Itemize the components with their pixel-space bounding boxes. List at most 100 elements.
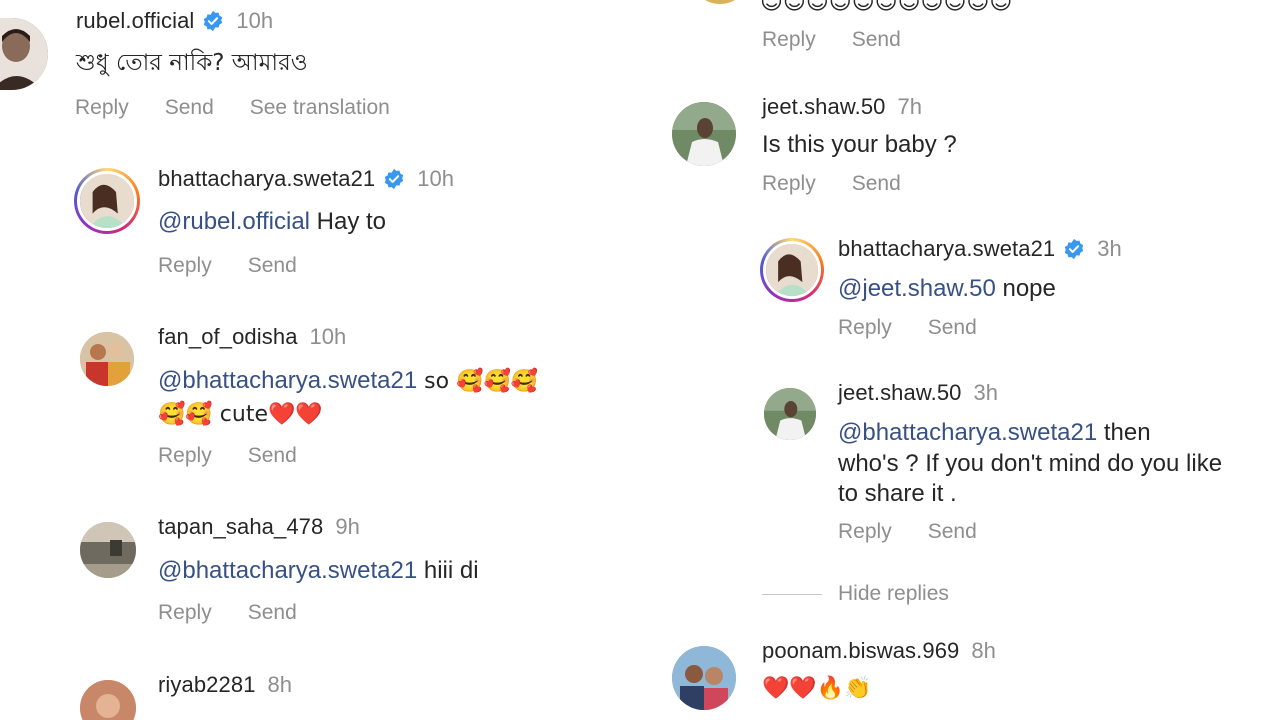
username[interactable]: tapan_saha_478 xyxy=(158,514,323,539)
comment-rubel-official: rubel.official 10h শুধু তোর নাকি? আমারও R… xyxy=(0,0,660,130)
avatar-photo-icon xyxy=(764,388,816,440)
timestamp: 3h xyxy=(1097,236,1122,261)
reply-button[interactable]: Reply xyxy=(838,316,892,339)
comment-body-line1: so 🥰🥰🥰 xyxy=(417,369,539,394)
comment-header: jeet.shaw.50 7h xyxy=(762,94,922,120)
username[interactable]: rubel.official xyxy=(76,8,194,33)
reply-button[interactable]: Reply xyxy=(158,254,212,277)
comment-body: ❤️❤️🔥👏 xyxy=(762,676,872,701)
username[interactable]: jeet.shaw.50 xyxy=(762,94,886,119)
reply-button[interactable]: Reply xyxy=(158,444,212,467)
timestamp: 8h xyxy=(267,672,293,697)
avatar-story-ring[interactable] xyxy=(74,168,140,234)
username[interactable]: bhattacharya.sweta21 xyxy=(158,166,375,191)
avatar[interactable] xyxy=(764,388,816,440)
comment-text-line2: who's ? If you don't mind do you like xyxy=(838,450,1223,477)
reply-button[interactable]: Reply xyxy=(762,172,816,195)
comment-body: Hay to xyxy=(310,208,387,235)
comment-header: tapan_saha_478 9h xyxy=(158,514,360,540)
verified-badge-icon xyxy=(385,168,404,190)
avatar-photo-icon xyxy=(80,332,134,386)
verified-badge-icon xyxy=(204,10,223,32)
timestamp: 7h xyxy=(897,94,922,119)
avatar-photo-icon xyxy=(766,244,818,296)
comment-text: @bhattacharya.sweta21 then xyxy=(838,417,1151,448)
reply-button[interactable]: Reply xyxy=(762,28,816,51)
send-button[interactable]: Send xyxy=(165,96,214,119)
avatar-story-ring[interactable] xyxy=(760,238,824,302)
comment-actions: Reply Send See translation xyxy=(75,96,426,120)
avatar-photo-icon xyxy=(672,102,736,166)
mention-link[interactable]: @jeet.shaw.50 xyxy=(838,275,996,302)
comment-text-line3: to share it . xyxy=(838,480,957,507)
send-button[interactable]: Send xyxy=(852,28,901,51)
username[interactable]: fan_of_odisha xyxy=(158,324,298,349)
left-comments-column: rubel.official 10h শুধু তোর নাকি? আমারও R… xyxy=(0,0,660,720)
comment-partial-top: 😌😌😌😌😌😌😌😌😌😌😌 Reply Send xyxy=(660,0,1280,60)
comment-header: riyab2281 8h xyxy=(158,672,292,698)
comment-header: bhattacharya.sweta21 10h xyxy=(158,166,454,192)
comment-actions: Reply Send xyxy=(762,28,937,52)
avatar-photo-icon xyxy=(672,646,736,710)
comment-text: 😌😌😌😌😌😌😌😌😌😌😌 xyxy=(760,0,1012,18)
send-button[interactable]: Send xyxy=(248,444,297,467)
send-button[interactable]: Send xyxy=(248,601,297,624)
mention-link[interactable]: @bhattacharya.sweta21 xyxy=(158,367,417,394)
see-translation-button[interactable]: See translation xyxy=(250,96,390,119)
hide-replies-button[interactable]: Hide replies xyxy=(838,582,949,606)
comment-text: @bhattacharya.sweta21 so 🥰🥰🥰 xyxy=(158,365,538,397)
reply-bhattacharya-sweta21: bhattacharya.sweta21 3h @jeet.shaw.50 nop… xyxy=(660,232,1280,362)
verified-badge-icon xyxy=(1065,238,1084,260)
avatar[interactable] xyxy=(672,102,736,166)
send-button[interactable]: Send xyxy=(928,316,977,339)
reply-bhattacharya-sweta21: bhattacharya.sweta21 10h @rubel.official … xyxy=(0,160,660,290)
comment-text: শুধু তোর নাকি? আমারও xyxy=(76,50,308,76)
comment-actions: Reply Send xyxy=(158,254,333,278)
avatar[interactable] xyxy=(672,646,736,710)
mention-link[interactable]: @bhattacharya.sweta21 xyxy=(838,419,1097,446)
comment-header: fan_of_odisha 10h xyxy=(158,324,346,350)
comment-header: jeet.shaw.50 3h xyxy=(838,380,998,406)
avatar-photo-icon xyxy=(80,174,134,228)
comment-text: @rubel.official Hay to xyxy=(158,206,386,237)
comment-text: @bhattacharya.sweta21 hiii di xyxy=(158,555,479,586)
timestamp: 10h xyxy=(417,166,454,191)
reply-button[interactable]: Reply xyxy=(75,96,129,119)
comment-header: bhattacharya.sweta21 3h xyxy=(838,236,1122,262)
comment-body: nope xyxy=(995,275,1056,302)
reply-tapan-saha-478: tapan_saha_478 9h @bhattacharya.sweta21 h… xyxy=(0,508,660,638)
avatar[interactable] xyxy=(0,18,48,90)
timestamp: 10h xyxy=(236,8,274,33)
comment-text-line2: 🥰🥰 cute❤️❤️ xyxy=(158,398,323,430)
username[interactable]: jeet.shaw.50 xyxy=(838,380,962,405)
comment-text: ❤️❤️🔥👏 xyxy=(762,672,872,704)
reply-button[interactable]: Reply xyxy=(838,520,892,543)
reply-button[interactable]: Reply xyxy=(158,601,212,624)
username[interactable]: poonam.biswas.969 xyxy=(762,638,959,663)
comment-text: @jeet.shaw.50 nope xyxy=(838,273,1056,304)
timestamp: 3h xyxy=(973,380,998,405)
avatar[interactable] xyxy=(690,0,750,4)
comment-body: 😌😌😌😌😌😌😌😌😌😌😌 xyxy=(760,0,1013,15)
avatar-photo-icon xyxy=(80,680,136,720)
comment-poonam-biswas-969: poonam.biswas.969 8h ❤️❤️🔥👏 xyxy=(660,632,1280,720)
username[interactable]: bhattacharya.sweta21 xyxy=(838,236,1055,261)
timestamp: 9h xyxy=(335,514,360,539)
send-button[interactable]: Send xyxy=(852,172,901,195)
hide-replies-divider xyxy=(762,594,822,595)
mention-link[interactable]: @bhattacharya.sweta21 xyxy=(158,557,417,584)
comment-body: hiii di xyxy=(417,557,479,584)
comment-actions: Reply Send xyxy=(838,316,1013,340)
comment-actions: Reply Send xyxy=(762,172,937,196)
username[interactable]: riyab2281 xyxy=(158,672,256,697)
comment-actions: Reply Send xyxy=(838,520,1013,544)
comment-body-line2: 🥰🥰 cute❤️❤️ xyxy=(158,402,323,427)
send-button[interactable]: Send xyxy=(248,254,297,277)
avatar[interactable] xyxy=(80,522,136,578)
avatar[interactable] xyxy=(80,680,136,720)
send-button[interactable]: Send xyxy=(928,520,977,543)
timestamp: 10h xyxy=(309,324,347,349)
mention-link[interactable]: @rubel.official xyxy=(158,208,310,235)
avatar[interactable] xyxy=(80,332,134,386)
right-comments-column: 😌😌😌😌😌😌😌😌😌😌😌 Reply Send jeet.shaw.50 7h Is … xyxy=(660,0,1280,720)
